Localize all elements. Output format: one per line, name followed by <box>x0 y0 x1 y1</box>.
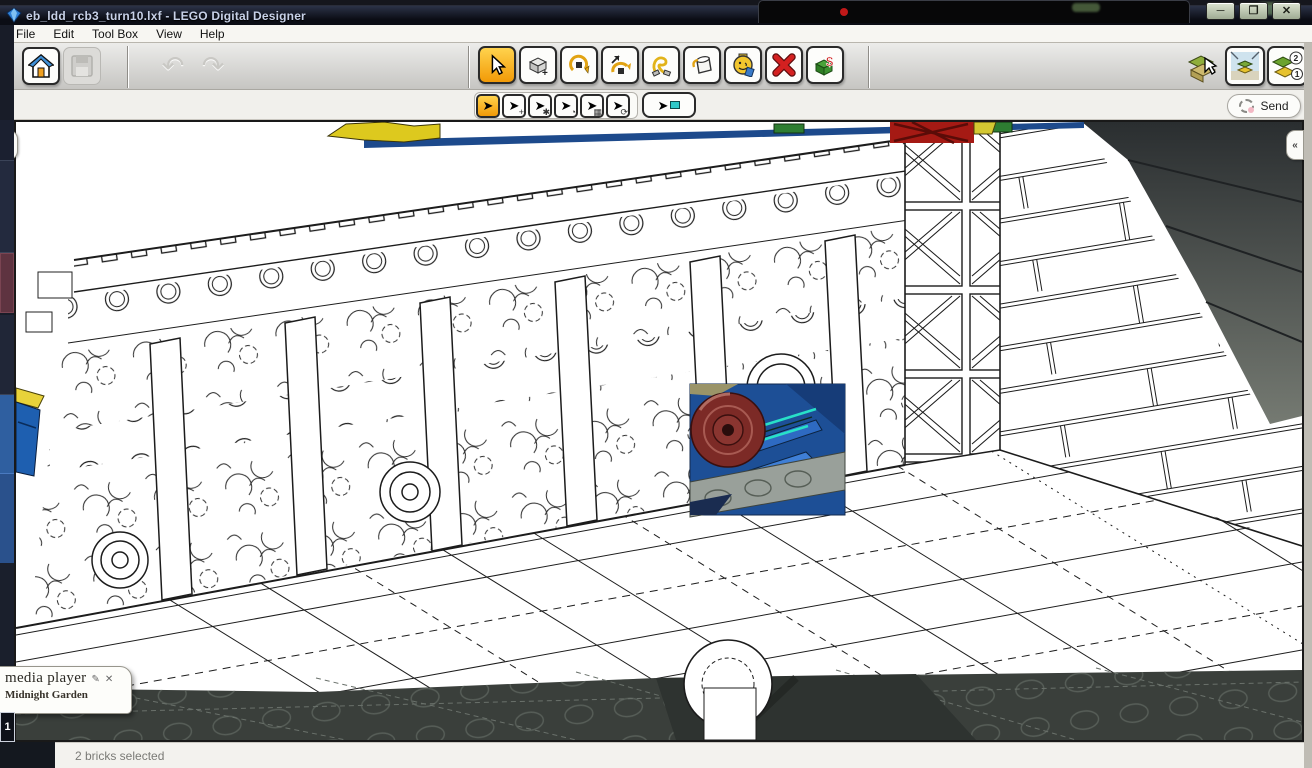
tool-hinge-align[interactable] <box>601 46 639 84</box>
media-player-track: Midnight Garden <box>5 689 88 701</box>
background-window-edge <box>758 0 1190 23</box>
desktop: eb_ldd_rcb3_turn10.lxf - LEGO Digital De… <box>0 0 1312 768</box>
menu-help[interactable]: Help <box>191 25 234 43</box>
send-sketch-icon <box>1239 99 1255 113</box>
select-connected-button[interactable]: ➤ ✱ <box>528 93 552 118</box>
restore-button[interactable]: ❐ <box>1239 2 1268 20</box>
status-bar: 2 bricks selected <box>55 742 1312 768</box>
selected-bricks-region <box>689 383 846 518</box>
select-by-color-button[interactable]: ➤ ◔ <box>554 93 578 118</box>
menu-view[interactable]: View <box>147 25 191 43</box>
edit-pencil-icon[interactable]: ✎ <box>91 674 99 685</box>
mode-build[interactable] <box>1181 46 1223 88</box>
svg-text:+: + <box>542 68 548 77</box>
toolbar-separator <box>468 46 469 88</box>
window-right-edge <box>1304 43 1312 768</box>
model-viewport[interactable] <box>14 120 1304 742</box>
rotate-grid-icon: ⟳ <box>620 106 628 117</box>
window-title: eb_ldd_rcb3_turn10.lxf - LEGO Digital De… <box>26 8 306 23</box>
tool-delete[interactable] <box>765 46 803 84</box>
mode-view[interactable] <box>1225 46 1265 86</box>
color-ball-icon: ◔ <box>570 106 576 117</box>
tool-selection[interactable] <box>478 46 516 84</box>
clone-brick-icon: + <box>528 57 548 77</box>
selection-variant-group: ➤ ➤ + ➤ ✱ ➤ ◔ ➤ ▦ ➤ ⟳ <box>474 92 638 119</box>
view-mode-icon <box>1230 51 1260 80</box>
select-by-shape-button[interactable]: ➤ ▦ <box>580 93 604 118</box>
connected-icon: ✱ <box>542 106 550 117</box>
window-controls: ─ ❐ ✕ <box>1202 2 1301 20</box>
save-icon <box>71 55 93 77</box>
menu-bar: File Edit Tool Box View Help <box>6 25 1312 43</box>
badge-2: 2 <box>1294 53 1299 63</box>
model-wireframe <box>15 120 1303 741</box>
teal-brick-icon <box>670 101 681 109</box>
background-taskbar-item[interactable]: 1 <box>0 712 15 742</box>
tool-paint[interactable] <box>683 46 721 84</box>
wireframe-wall <box>15 121 1001 636</box>
cursor-icon: ➤ <box>482 98 494 113</box>
plus-icon: + <box>518 106 524 117</box>
popup-close-icon[interactable]: ✕ <box>105 674 113 685</box>
tool-buy[interactable]: $ <box>806 46 844 84</box>
redo-button[interactable]: ↷ <box>193 46 233 86</box>
minimize-button[interactable]: ─ <box>1206 2 1235 20</box>
lattice-strip <box>904 121 1001 466</box>
send-button[interactable]: Send <box>1227 94 1301 118</box>
close-button[interactable]: ✕ <box>1272 2 1301 20</box>
glare-artifact <box>1072 3 1100 12</box>
background-window-strip <box>0 25 14 768</box>
redo-icon: ↷ <box>201 50 225 81</box>
hinge-align-icon <box>611 55 631 74</box>
select-brick-tool-button[interactable]: ➤ <box>642 92 696 118</box>
build-mode-icon <box>1187 55 1218 83</box>
minifig-head-icon <box>733 53 755 77</box>
toolbar-separator <box>127 46 128 88</box>
baseplate-strip <box>15 667 1303 741</box>
home-button[interactable] <box>22 47 60 85</box>
cursor-icon: ➤ <box>657 97 669 113</box>
home-icon <box>28 53 54 78</box>
shape-grid-icon: ▦ <box>593 106 602 117</box>
chevron-left-icon: « <box>1292 139 1298 151</box>
undo-button[interactable]: ↶ <box>153 46 193 86</box>
tool-hide[interactable] <box>724 46 762 84</box>
hinge-rotate-icon <box>569 54 590 74</box>
media-player-title: media player <box>5 670 87 686</box>
buy-brick-icon: $ <box>814 54 834 76</box>
tool-hinge[interactable] <box>560 46 598 84</box>
menu-edit[interactable]: Edit <box>44 25 83 43</box>
selection-cursor-icon <box>491 54 507 76</box>
selection-status-text: 2 bricks selected <box>75 748 165 763</box>
dollar-glyph: $ <box>826 54 834 69</box>
save-button[interactable] <box>63 47 101 85</box>
status-corner <box>0 742 55 768</box>
send-label: Send <box>1260 99 1289 113</box>
select-add-button[interactable]: ➤ + <box>502 93 526 118</box>
delete-x-icon <box>772 53 796 77</box>
flex-tool-icon <box>651 56 672 77</box>
select-single-button[interactable]: ➤ <box>476 93 500 118</box>
media-player-popup: media player ✎ ✕ Midnight Garden <box>0 666 132 714</box>
building-guide-icon: 2 1 <box>1271 51 1303 80</box>
mode-building-guide[interactable]: 2 1 <box>1267 46 1307 86</box>
select-by-shape-color-button[interactable]: ➤ ⟳ <box>606 93 630 118</box>
menu-toolbox[interactable]: Tool Box <box>83 25 147 43</box>
right-panel-toggle[interactable]: « <box>1286 130 1304 160</box>
toolbar-separator <box>868 46 869 88</box>
paint-bucket-icon <box>692 56 712 74</box>
badge-1: 1 <box>1295 69 1300 79</box>
undo-icon: ↶ <box>161 50 185 81</box>
tool-flex[interactable] <box>642 46 680 84</box>
app-icon <box>6 8 22 23</box>
recording-dot <box>840 8 848 16</box>
tool-clone[interactable]: + <box>519 46 557 84</box>
